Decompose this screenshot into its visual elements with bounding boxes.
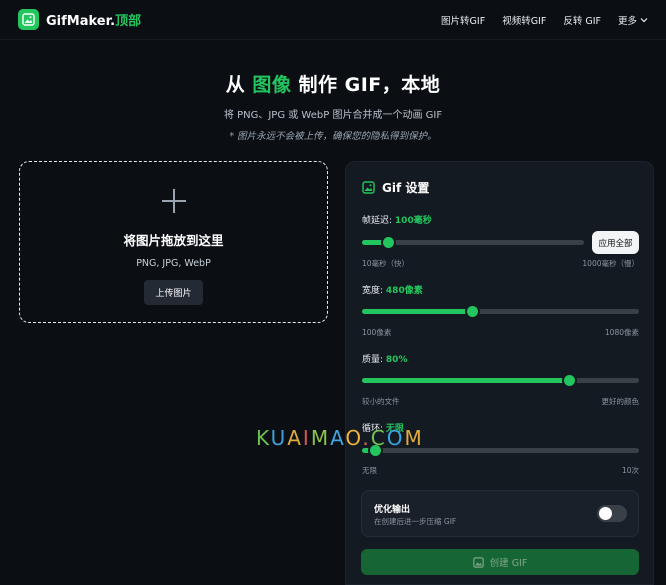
delay-label: 帧延迟: 100毫秒 bbox=[362, 216, 432, 226]
plus-icon bbox=[161, 188, 187, 214]
brand-name: GifMaker.顶部 bbox=[46, 14, 142, 29]
page-title: 从 图像 制作 GIF，本地 bbox=[225, 74, 441, 96]
delay-range: 10毫秒（快） 1000毫秒（慢） bbox=[362, 259, 639, 268]
drop-title: 将图片拖放到这里 bbox=[123, 233, 224, 248]
upload-button[interactable]: 上传图片 bbox=[144, 280, 203, 305]
nav-reverse-gif[interactable]: 反转 GIF bbox=[563, 13, 601, 27]
width-slider-thumb[interactable] bbox=[467, 306, 479, 317]
optimize-desc: 在创建后进一步压缩 GIF bbox=[374, 517, 457, 526]
hero: 从 图像 制作 GIF，本地 将 PNG、JPG 或 WebP 图片合并成一个动… bbox=[0, 70, 666, 142]
drop-formats: PNG, JPG, WebP bbox=[136, 258, 211, 269]
nav-image-to-gif[interactable]: 图片转GIF bbox=[441, 13, 485, 27]
loop-slider[interactable] bbox=[362, 445, 639, 456]
optimize-title: 优化输出 bbox=[374, 505, 411, 515]
apply-all-button[interactable]: 应用全部 bbox=[592, 231, 639, 254]
optimize-toggle[interactable] bbox=[597, 505, 627, 522]
loop-slider-thumb[interactable] bbox=[370, 445, 382, 456]
gif-settings-panel: Gif 设置 帧延迟: 100毫秒 应用全部 10毫秒（快） 1000毫秒（慢） … bbox=[345, 161, 654, 585]
image-icon bbox=[472, 556, 484, 568]
create-gif-label: 创建 GIF bbox=[489, 558, 528, 569]
loop-range: 无限 10次 bbox=[362, 466, 639, 475]
quality-slider-thumb[interactable] bbox=[564, 375, 576, 386]
width-slider[interactable] bbox=[362, 306, 639, 317]
create-gif-button[interactable]: 创建 GIF bbox=[361, 549, 639, 575]
width-slider-fill bbox=[362, 309, 473, 314]
watermark-letter: K bbox=[256, 426, 271, 450]
image-icon bbox=[18, 9, 39, 30]
page-subtitle: 将 PNG、JPG 或 WebP 图片合并成一个动画 GIF bbox=[223, 110, 443, 121]
delay-slider[interactable] bbox=[362, 237, 584, 248]
quality-range: 较小的文件 更好的颜色 bbox=[362, 397, 639, 406]
privacy-note: * 图片永远不会被上传，确保您的隐私得到保护。 bbox=[229, 131, 437, 142]
nav-video-to-gif[interactable]: 视频转GIF bbox=[502, 13, 546, 27]
toggle-knob bbox=[599, 507, 612, 520]
top-bar: GifMaker.顶部 图片转GIF 视频转GIF 反转 GIF 更多 bbox=[0, 0, 666, 40]
image-icon bbox=[362, 181, 375, 194]
logo[interactable]: GifMaker.顶部 bbox=[18, 9, 141, 30]
main-nav: 图片转GIF 视频转GIF 反转 GIF 更多 bbox=[441, 13, 648, 27]
quality-slider-fill bbox=[362, 378, 570, 383]
quality-label: 质量: 80% bbox=[362, 355, 408, 365]
drop-zone[interactable]: 将图片拖放到这里 PNG, JPG, WebP 上传图片 bbox=[19, 161, 328, 323]
panel-header: Gif 设置 bbox=[362, 179, 429, 196]
panel-title: Gif 设置 bbox=[382, 181, 430, 195]
watermark-letter: I bbox=[302, 426, 311, 450]
optimize-output-card: 优化输出 在创建后进一步压缩 GIF bbox=[361, 490, 639, 537]
watermark-letter: A bbox=[287, 426, 303, 450]
delay-slider-thumb[interactable] bbox=[383, 237, 395, 248]
width-range: 100像素 1080像素 bbox=[362, 328, 639, 337]
chevron-down-icon bbox=[640, 17, 648, 22]
nav-more-label: 更多 bbox=[617, 15, 637, 27]
watermark-letter: M bbox=[310, 426, 331, 450]
loop-label: 循环: 无限 bbox=[362, 424, 404, 434]
nav-more[interactable]: 更多 bbox=[618, 13, 648, 27]
watermark-letter: A bbox=[330, 426, 346, 450]
watermark-letter: U bbox=[270, 426, 288, 450]
quality-slider[interactable] bbox=[362, 375, 639, 386]
width-label: 宽度: 480像素 bbox=[362, 286, 423, 296]
